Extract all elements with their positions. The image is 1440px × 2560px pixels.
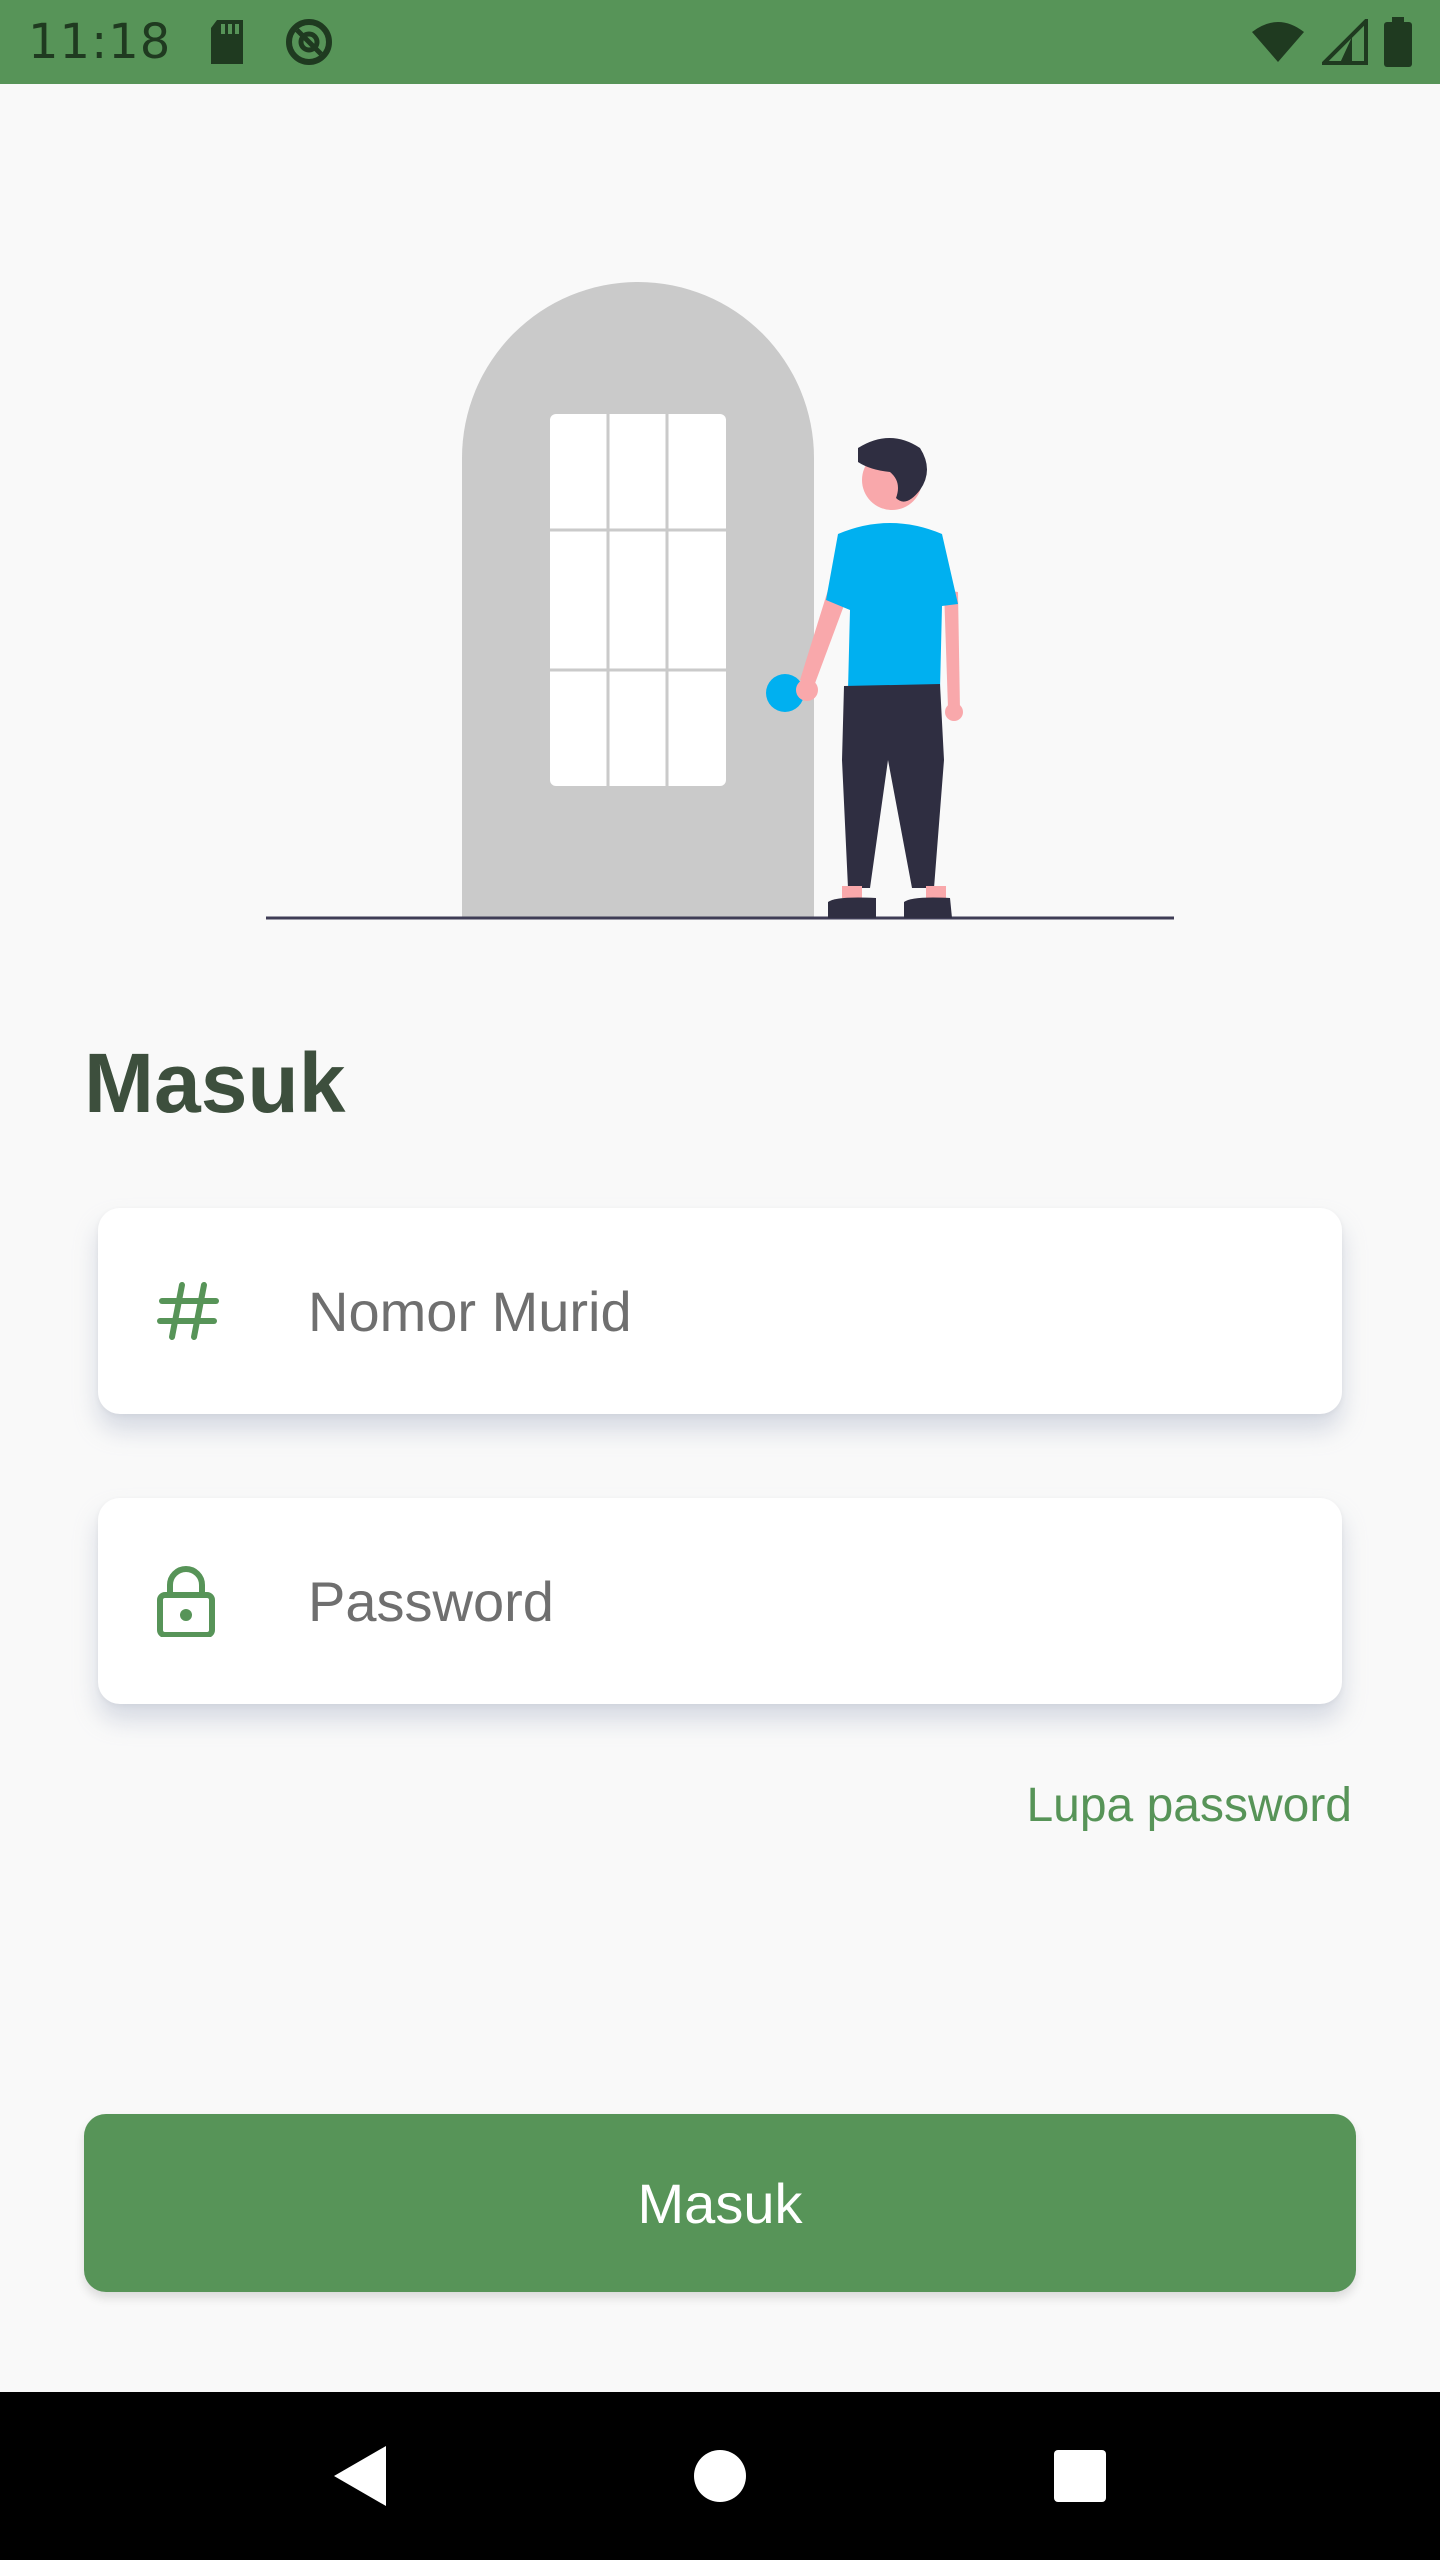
signal-icon [1322, 19, 1368, 65]
status-right [1250, 17, 1412, 67]
forgot-password-link[interactable]: Lupa password [1026, 1778, 1352, 1833]
battery-icon [1384, 17, 1412, 67]
student-number-input[interactable] [308, 1261, 1308, 1361]
wifi-icon [1250, 20, 1306, 64]
status-time: 11:18 [28, 14, 172, 70]
password-field[interactable] [98, 1498, 1342, 1704]
student-number-field[interactable] [98, 1208, 1342, 1414]
home-icon[interactable] [680, 2436, 760, 2516]
password-input[interactable] [308, 1551, 1308, 1651]
door-illustration [0, 84, 1440, 964]
status-bar: 11:18 [0, 0, 1440, 84]
hash-icon [156, 1208, 280, 1414]
page-title: Masuk [84, 1036, 346, 1130]
back-icon[interactable] [320, 2436, 400, 2516]
sd-card-icon [207, 18, 247, 66]
navigation-bar [0, 2392, 1440, 2560]
recents-icon[interactable] [1040, 2436, 1120, 2516]
status-left: 11:18 [28, 14, 335, 70]
data-saver-icon [283, 16, 335, 68]
lock-icon [156, 1498, 280, 1704]
login-button[interactable]: Masuk [84, 2114, 1356, 2292]
